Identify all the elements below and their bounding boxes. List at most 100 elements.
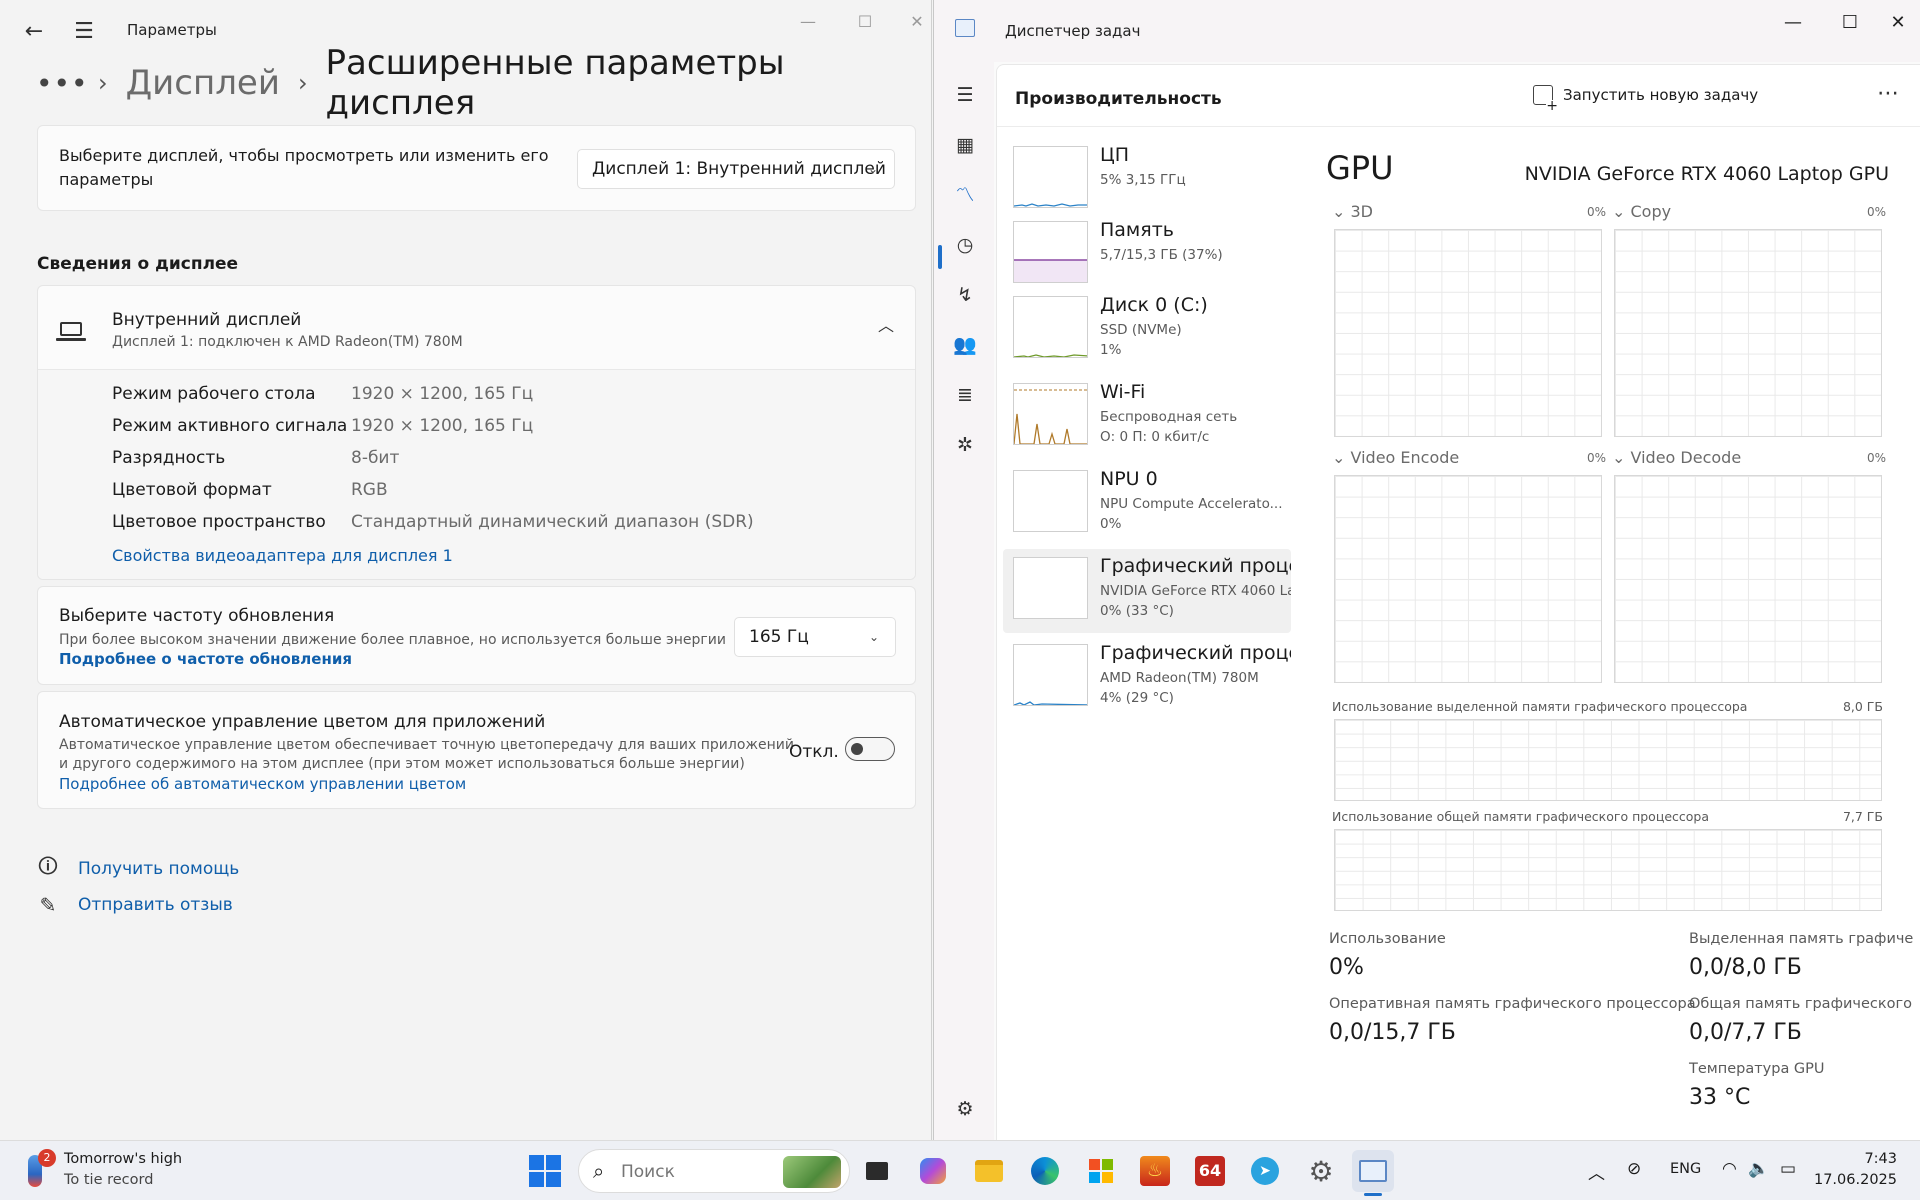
weather-subtitle: To tie record (64, 1172, 154, 1188)
send-feedback-link[interactable]: Отправить отзыв (78, 895, 233, 915)
language-indicator[interactable]: ENG (1670, 1161, 1701, 1177)
tray-overflow-chevron-icon[interactable]: ︿ (1588, 1159, 1605, 1184)
breadcrumb: ••• › Дисплей › Расширенные параметры ди… (36, 43, 931, 123)
settings-gear-icon[interactable]: ⚙ (950, 1094, 980, 1124)
maximize-button[interactable]: ☐ (1828, 8, 1872, 38)
resource-list: ЦП 5% 3,15 ГГц Память 5,7/15,3 ГБ (37%) … (997, 127, 1297, 727)
back-arrow-icon[interactable]: ← (20, 18, 48, 46)
info-row-label: Разрядность (112, 448, 226, 468)
close-button[interactable]: ✕ (902, 8, 932, 36)
resource-item-wifi[interactable]: Wi-Fi Беспроводная сеть О: 0 П: 0 кбит/с (1003, 375, 1291, 459)
resource-name: Wi-Fi (1100, 381, 1146, 403)
auto-color-desc-line: Автоматическое управление цветом обеспеч… (59, 737, 794, 753)
details-icon[interactable]: ≣ (950, 380, 980, 410)
aida64-icon[interactable]: 64 (1189, 1150, 1231, 1192)
wifi-thumbnail-graph (1013, 383, 1088, 445)
get-help-link[interactable]: Получить помощь (78, 859, 239, 879)
task-view-icon[interactable] (856, 1150, 898, 1192)
breadcrumb-parent[interactable]: Дисплей (126, 63, 280, 103)
engine-name: 3D (1350, 202, 1374, 221)
section-title: Сведения о дисплее (37, 254, 239, 274)
stat-gpu-ram-label: Оперативная память графического процессо… (1329, 996, 1696, 1012)
close-button[interactable]: ✕ (1876, 8, 1920, 38)
resource-detail: 1% (1100, 342, 1122, 358)
hamburger-menu-icon[interactable]: ☰ (70, 18, 98, 46)
feedback-icon: ✎ (39, 893, 57, 917)
chevron-down-icon: ⌄ (867, 162, 878, 176)
microsoft-store-icon[interactable] (1080, 1150, 1122, 1192)
clock-date[interactable]: 17.06.2025 (1797, 1172, 1897, 1188)
display-info-header[interactable]: Внутренний дисплей Дисплей 1: подключен … (38, 286, 915, 370)
stat-dedicated-label: Выделенная память графиче (1689, 931, 1914, 947)
task-manager-app-icon (955, 19, 975, 37)
run-new-task-button[interactable]: Запустить новую задачу (1533, 85, 1758, 112)
engine-graph-video-decode (1614, 475, 1882, 683)
shared-memory-max: 7,7 ГБ (1842, 809, 1883, 824)
file-explorer-icon[interactable] (968, 1150, 1010, 1192)
settings-app-gear-icon[interactable]: ⚙ (1300, 1150, 1342, 1192)
refresh-learn-more-link[interactable]: Подробнее о частоте обновления (59, 650, 352, 668)
furmark-flame-icon[interactable]: ♨ (1134, 1150, 1176, 1192)
hamburger-menu-icon[interactable]: ☰ (950, 80, 980, 110)
resource-detail: Беспроводная сеть (1100, 409, 1238, 425)
refresh-rate-dropdown[interactable]: 165 Гц ⌄ (734, 617, 896, 657)
edge-browser-icon[interactable] (1024, 1150, 1066, 1192)
resource-item-memory[interactable]: Память 5,7/15,3 ГБ (37%) (1003, 213, 1291, 297)
startup-apps-icon[interactable]: ↯ (950, 280, 980, 310)
more-options-icon[interactable]: ⋯ (1877, 81, 1900, 106)
adapter-properties-link[interactable]: Свойства видеоадаптера для дисплея 1 (112, 546, 453, 565)
task-manager-taskbar-icon[interactable] (1352, 1150, 1394, 1192)
info-row-value: 1920 × 1200, 165 Гц (351, 384, 534, 404)
engine-graph-video-encode (1334, 475, 1602, 683)
laptop-icon-base (56, 338, 86, 341)
taskbar-search-input[interactable] (621, 1160, 751, 1184)
select-display-label-line: параметры (59, 170, 154, 189)
processes-icon[interactable]: ▦ (950, 130, 980, 160)
resource-detail: NVIDIA GeForce RTX 4060 La (1100, 583, 1291, 599)
weather-widget[interactable]: 2 Tomorrow's high To tie record (0, 1141, 220, 1200)
app-history-icon[interactable]: ◷ (950, 230, 980, 260)
resource-item-npu[interactable]: NPU 0 NPU Compute Accelerato... 0% (1003, 462, 1291, 546)
wifi-sparkline (1014, 389, 1087, 444)
display-select-value: Дисплей 1: Внутренний дисплей (592, 159, 886, 179)
resource-item-cpu[interactable]: ЦП 5% 3,15 ГГц (1003, 138, 1291, 222)
clock-time[interactable]: 7:43 (1797, 1151, 1897, 1167)
minimize-button[interactable]: — (788, 8, 828, 36)
performance-header: Производительность Запустить новую задач… (997, 65, 1920, 127)
users-icon[interactable]: 👥 (950, 330, 980, 360)
copilot-icon[interactable] (912, 1150, 954, 1192)
battery-icon[interactable]: ▭ (1780, 1159, 1796, 1179)
minimize-button[interactable]: — (1771, 8, 1815, 38)
engine-selector-video-decode[interactable]: ⌄ Video Decode (1612, 448, 1741, 467)
active-app-indicator (1364, 1193, 1382, 1196)
gpu-amd-thumbnail-graph (1013, 644, 1088, 706)
maximize-button[interactable]: ☐ (845, 8, 885, 36)
resource-item-gpu-amd[interactable]: Графический процес AMD Radeon(TM) 780M 4… (1003, 636, 1291, 720)
performance-icon[interactable]: 〽 (950, 180, 980, 210)
volume-icon[interactable]: 🔈 (1748, 1159, 1769, 1179)
wifi-icon[interactable]: ◠ (1722, 1159, 1737, 1179)
engine-selector-video-encode[interactable]: ⌄ Video Encode (1332, 448, 1459, 467)
page-title: Расширенные параметры дисплея (325, 43, 785, 123)
telegram-icon[interactable]: ➤ (1244, 1150, 1286, 1192)
feedback-row[interactable]: ✎ Отправить отзыв (36, 893, 233, 917)
resource-item-disk[interactable]: Диск 0 (C:) SSD (NVMe) 1% (1003, 288, 1291, 372)
info-row-value: Стандартный динамический диапазон (SDR) (351, 512, 754, 532)
weather-badge: 2 (38, 1149, 56, 1167)
auto-color-toggle[interactable] (845, 737, 895, 761)
get-help-row[interactable]: 🛈 Получить помощь (36, 852, 240, 886)
services-icon[interactable]: ✲ (950, 430, 980, 460)
taskbar-search-box[interactable]: ⌕ (578, 1149, 850, 1193)
engine-percent: 0% (1587, 451, 1607, 465)
start-button-windows-icon[interactable] (529, 1155, 561, 1187)
display-select-dropdown[interactable]: Дисплей 1: Внутренний дисплей ⌄ (577, 149, 895, 189)
info-row-label: Цветовое пространство (112, 512, 326, 532)
engine-selector-copy[interactable]: ⌄ Copy (1612, 202, 1671, 221)
resource-item-gpu-nvidia[interactable]: Графический процес NVIDIA GeForce RTX 40… (1003, 549, 1291, 633)
memory-sparkline (1014, 259, 1087, 282)
auto-color-learn-more-link[interactable]: Подробнее об автоматическом управлении ц… (59, 775, 466, 793)
engine-selector-3d[interactable]: ⌄ 3D (1332, 202, 1373, 221)
breadcrumb-more-icon[interactable]: ••• (36, 67, 88, 100)
network-off-icon[interactable]: ⊘ (1627, 1159, 1641, 1179)
chevron-up-icon[interactable]: ︿ (878, 312, 894, 336)
